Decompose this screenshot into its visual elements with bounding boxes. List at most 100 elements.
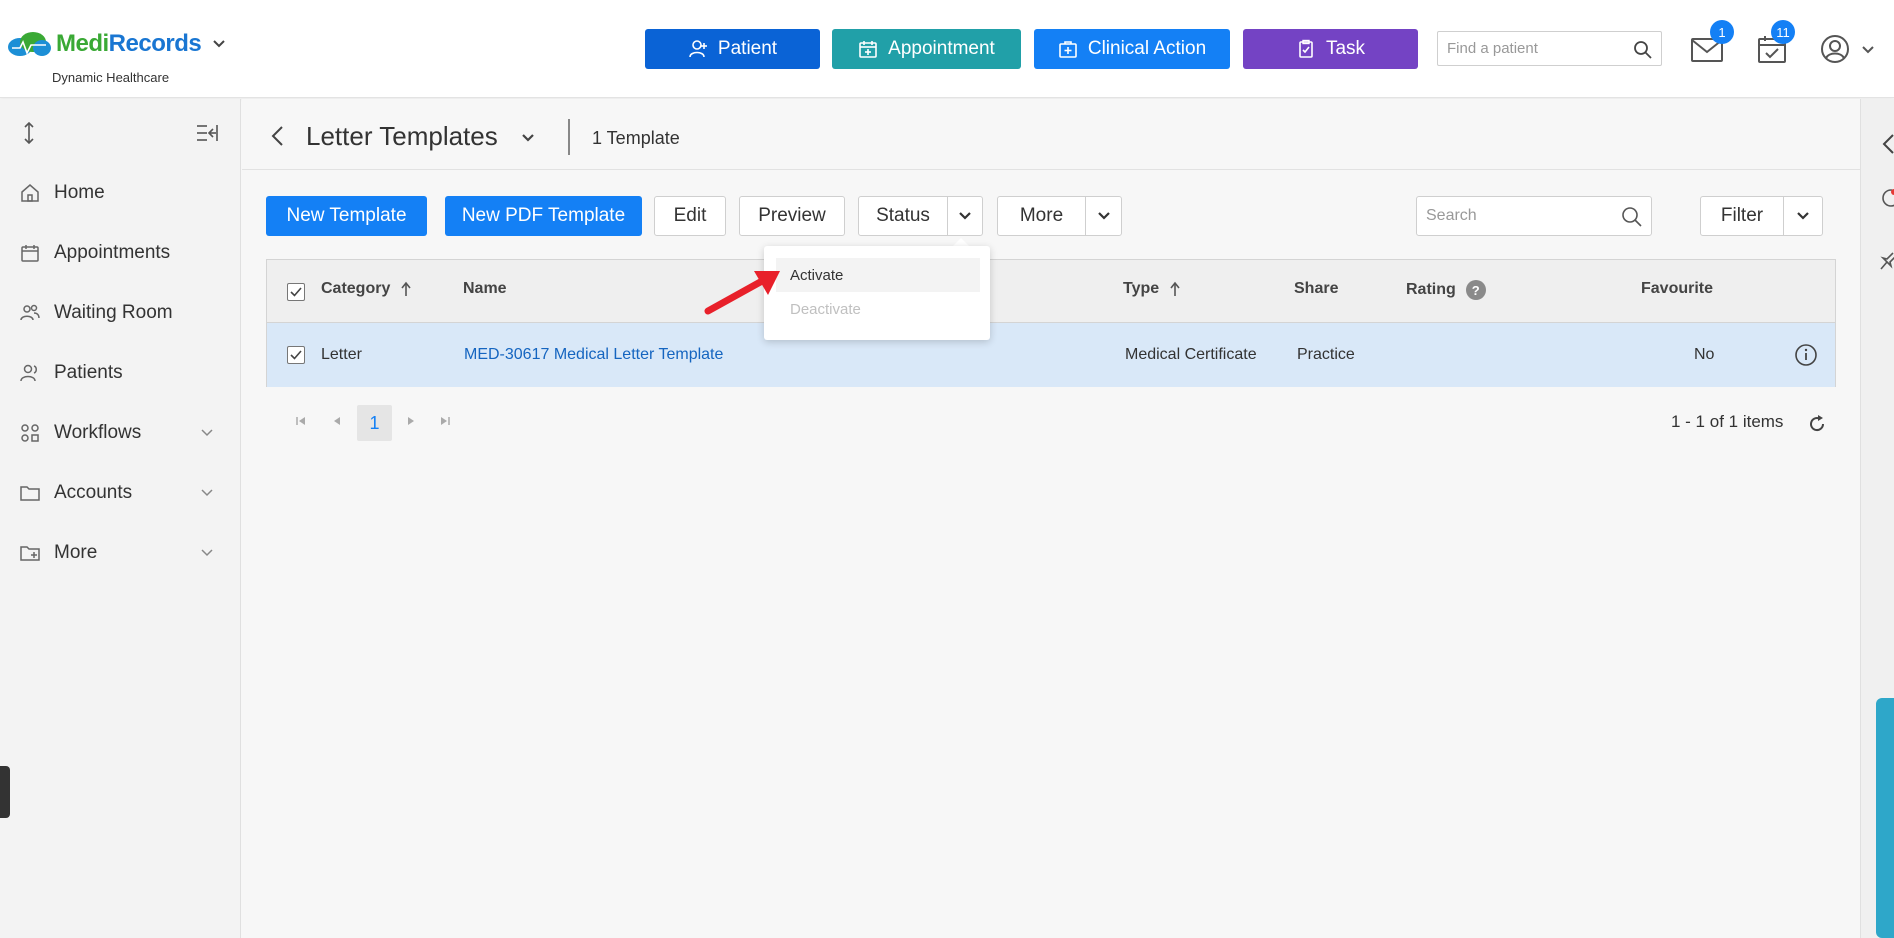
add-user-icon — [689, 40, 707, 58]
chevron-left-icon[interactable] — [1881, 133, 1894, 155]
share-header-label: Share — [1294, 280, 1339, 297]
annotation-arrow-icon — [704, 271, 780, 315]
check-icon — [290, 287, 302, 297]
row-checkbox[interactable] — [287, 346, 305, 364]
clipboard-check-icon — [1299, 39, 1313, 58]
sidebar-controls — [20, 121, 220, 145]
more-dropdown-button[interactable] — [1085, 196, 1122, 236]
sidebar-item-label: Patients — [54, 362, 123, 383]
type-header-label: Type — [1123, 280, 1160, 297]
chevron-down-icon — [201, 489, 213, 497]
find-patient-input[interactable] — [1438, 32, 1618, 65]
next-page-icon[interactable] — [404, 414, 418, 428]
column-header-type[interactable]: Type — [1123, 280, 1181, 298]
clinical-action-label: Clinical Action — [1087, 38, 1207, 59]
top-bar: MediRecords Dynamic Healthcare Patient A… — [0, 0, 1894, 98]
sidebar-item-label: Workflows — [54, 422, 142, 443]
status-dropdown-button[interactable] — [947, 196, 983, 236]
sidebar-item-waiting-room[interactable]: Waiting Room — [0, 291, 241, 335]
items-count: 1 - 1 of 1 items — [1671, 412, 1784, 431]
sidebar-item-home[interactable]: Home — [0, 171, 241, 215]
previous-page-icon[interactable] — [330, 414, 344, 428]
table-row[interactable]: Letter MED-30617 Medical Letter Template… — [267, 323, 1835, 387]
chevron-down-icon — [201, 429, 213, 437]
menu-item-deactivate: Deactivate — [790, 300, 861, 318]
sidebar-item-patients[interactable]: Patients — [0, 351, 241, 395]
page-number-current[interactable]: 1 — [357, 405, 392, 441]
column-header-share[interactable]: Share — [1294, 280, 1338, 298]
search-icon[interactable] — [1621, 206, 1643, 228]
new-patient-button[interactable]: Patient — [645, 29, 820, 69]
sidebar: Home Appointments Waiting Room Patients … — [0, 99, 241, 938]
menu-item-activate[interactable]: Activate — [776, 258, 980, 292]
template-name-link[interactable]: MED-30617 Medical Letter Template — [464, 346, 723, 364]
side-handle[interactable] — [0, 766, 10, 818]
edit-button[interactable]: Edit — [654, 196, 726, 236]
calendar-plus-icon — [859, 41, 877, 58]
home-icon — [21, 184, 39, 202]
filter-dropdown-button[interactable] — [1783, 196, 1823, 236]
filter-button[interactable]: Filter — [1700, 196, 1784, 236]
appointment-label: Appointment — [888, 38, 995, 59]
sidebar-item-appointments[interactable]: Appointments — [0, 231, 241, 275]
page-title[interactable]: Letter Templates — [306, 121, 498, 152]
status-button[interactable]: Status — [858, 196, 948, 236]
pin-icon[interactable] — [1879, 251, 1894, 271]
sidebar-item-more[interactable]: More — [0, 531, 241, 575]
calendar-icon — [21, 245, 39, 262]
sidebar-item-accounts[interactable]: Accounts — [0, 471, 241, 515]
collapse-sidebar-icon[interactable] — [195, 123, 219, 143]
refresh-icon[interactable] — [1806, 413, 1828, 435]
people-icon — [20, 304, 40, 321]
divider — [568, 119, 570, 155]
calendar-count-badge: 11 — [1771, 20, 1795, 44]
chevron-down-icon — [1797, 212, 1809, 220]
new-clinical-action-button[interactable]: Clinical Action — [1034, 29, 1230, 69]
new-task-button[interactable]: Task — [1243, 29, 1418, 69]
task-label: Task — [1325, 38, 1366, 59]
chevron-down-icon[interactable] — [211, 36, 227, 52]
medical-kit-icon — [1059, 41, 1077, 58]
name-header-label: Name — [463, 280, 507, 297]
column-header-name[interactable]: Name — [463, 280, 507, 298]
search-box — [1416, 196, 1652, 236]
search-icon[interactable] — [1633, 40, 1653, 60]
help-tab[interactable] — [1876, 698, 1894, 938]
user-avatar-icon[interactable] — [1820, 34, 1850, 64]
new-pdf-template-button[interactable]: New PDF Template — [445, 196, 642, 236]
more-button[interactable]: More — [997, 196, 1086, 236]
back-icon[interactable] — [270, 125, 284, 147]
brand-logo[interactable]: MediRecords — [6, 30, 227, 58]
chevron-down-icon[interactable] — [520, 130, 536, 146]
new-appointment-button[interactable]: Appointment — [832, 29, 1021, 69]
column-header-category[interactable]: Category — [321, 280, 412, 298]
column-header-rating[interactable]: Rating ? — [1406, 280, 1486, 300]
brand-name: MediRecords — [56, 30, 202, 57]
new-template-button[interactable]: New Template — [266, 196, 427, 236]
table-header: Category Name Type Share Rating ? Favour… — [267, 260, 1835, 323]
preview-button[interactable]: Preview — [739, 196, 845, 236]
expand-vertical-icon[interactable] — [20, 121, 38, 145]
first-page-icon[interactable] — [294, 414, 308, 428]
select-all-checkbox[interactable] — [287, 283, 305, 301]
find-patient-box — [1437, 31, 1662, 66]
sidebar-item-label: Appointments — [54, 242, 171, 263]
category-header-label: Category — [321, 280, 391, 297]
mail-count-badge: 1 — [1710, 20, 1734, 44]
sidebar-item-workflows[interactable]: Workflows — [0, 411, 241, 455]
sidebar-item-label: Home — [54, 182, 105, 203]
favourite-header-label: Favourite — [1641, 280, 1714, 297]
status-menu: Activate Deactivate — [764, 246, 990, 340]
sidebar-item-label: More — [54, 542, 98, 563]
chevron-down-icon[interactable] — [1860, 42, 1876, 58]
sidebar-item-label: Accounts — [54, 482, 133, 503]
help-icon[interactable]: ? — [1465, 280, 1486, 300]
folder-plus-icon — [20, 546, 40, 561]
column-header-favourite[interactable]: Favourite — [1641, 280, 1713, 298]
chevron-down-icon — [959, 212, 971, 220]
info-icon[interactable] — [1794, 343, 1818, 367]
chat-icon[interactable] — [1879, 189, 1894, 207]
search-input[interactable] — [1417, 197, 1607, 235]
last-page-icon[interactable] — [438, 414, 452, 428]
folder-icon — [20, 486, 40, 501]
